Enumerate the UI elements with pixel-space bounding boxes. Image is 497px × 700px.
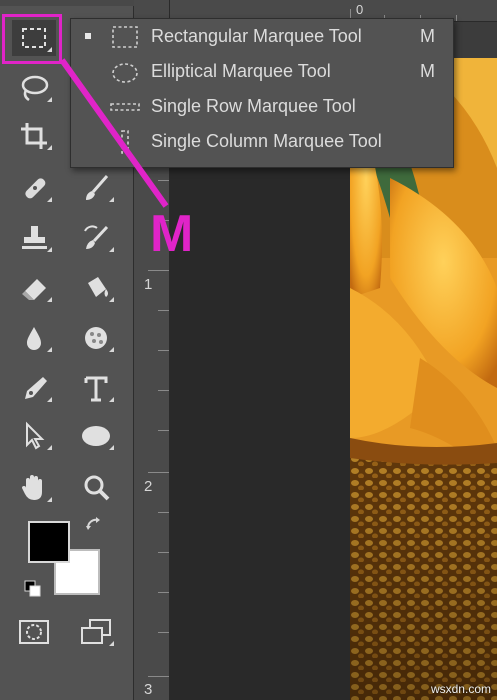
annotation-arrow (59, 58, 169, 208)
shortcut-annotation-label: M (150, 205, 194, 263)
watermark-text: wsxdn.com (430, 682, 491, 696)
